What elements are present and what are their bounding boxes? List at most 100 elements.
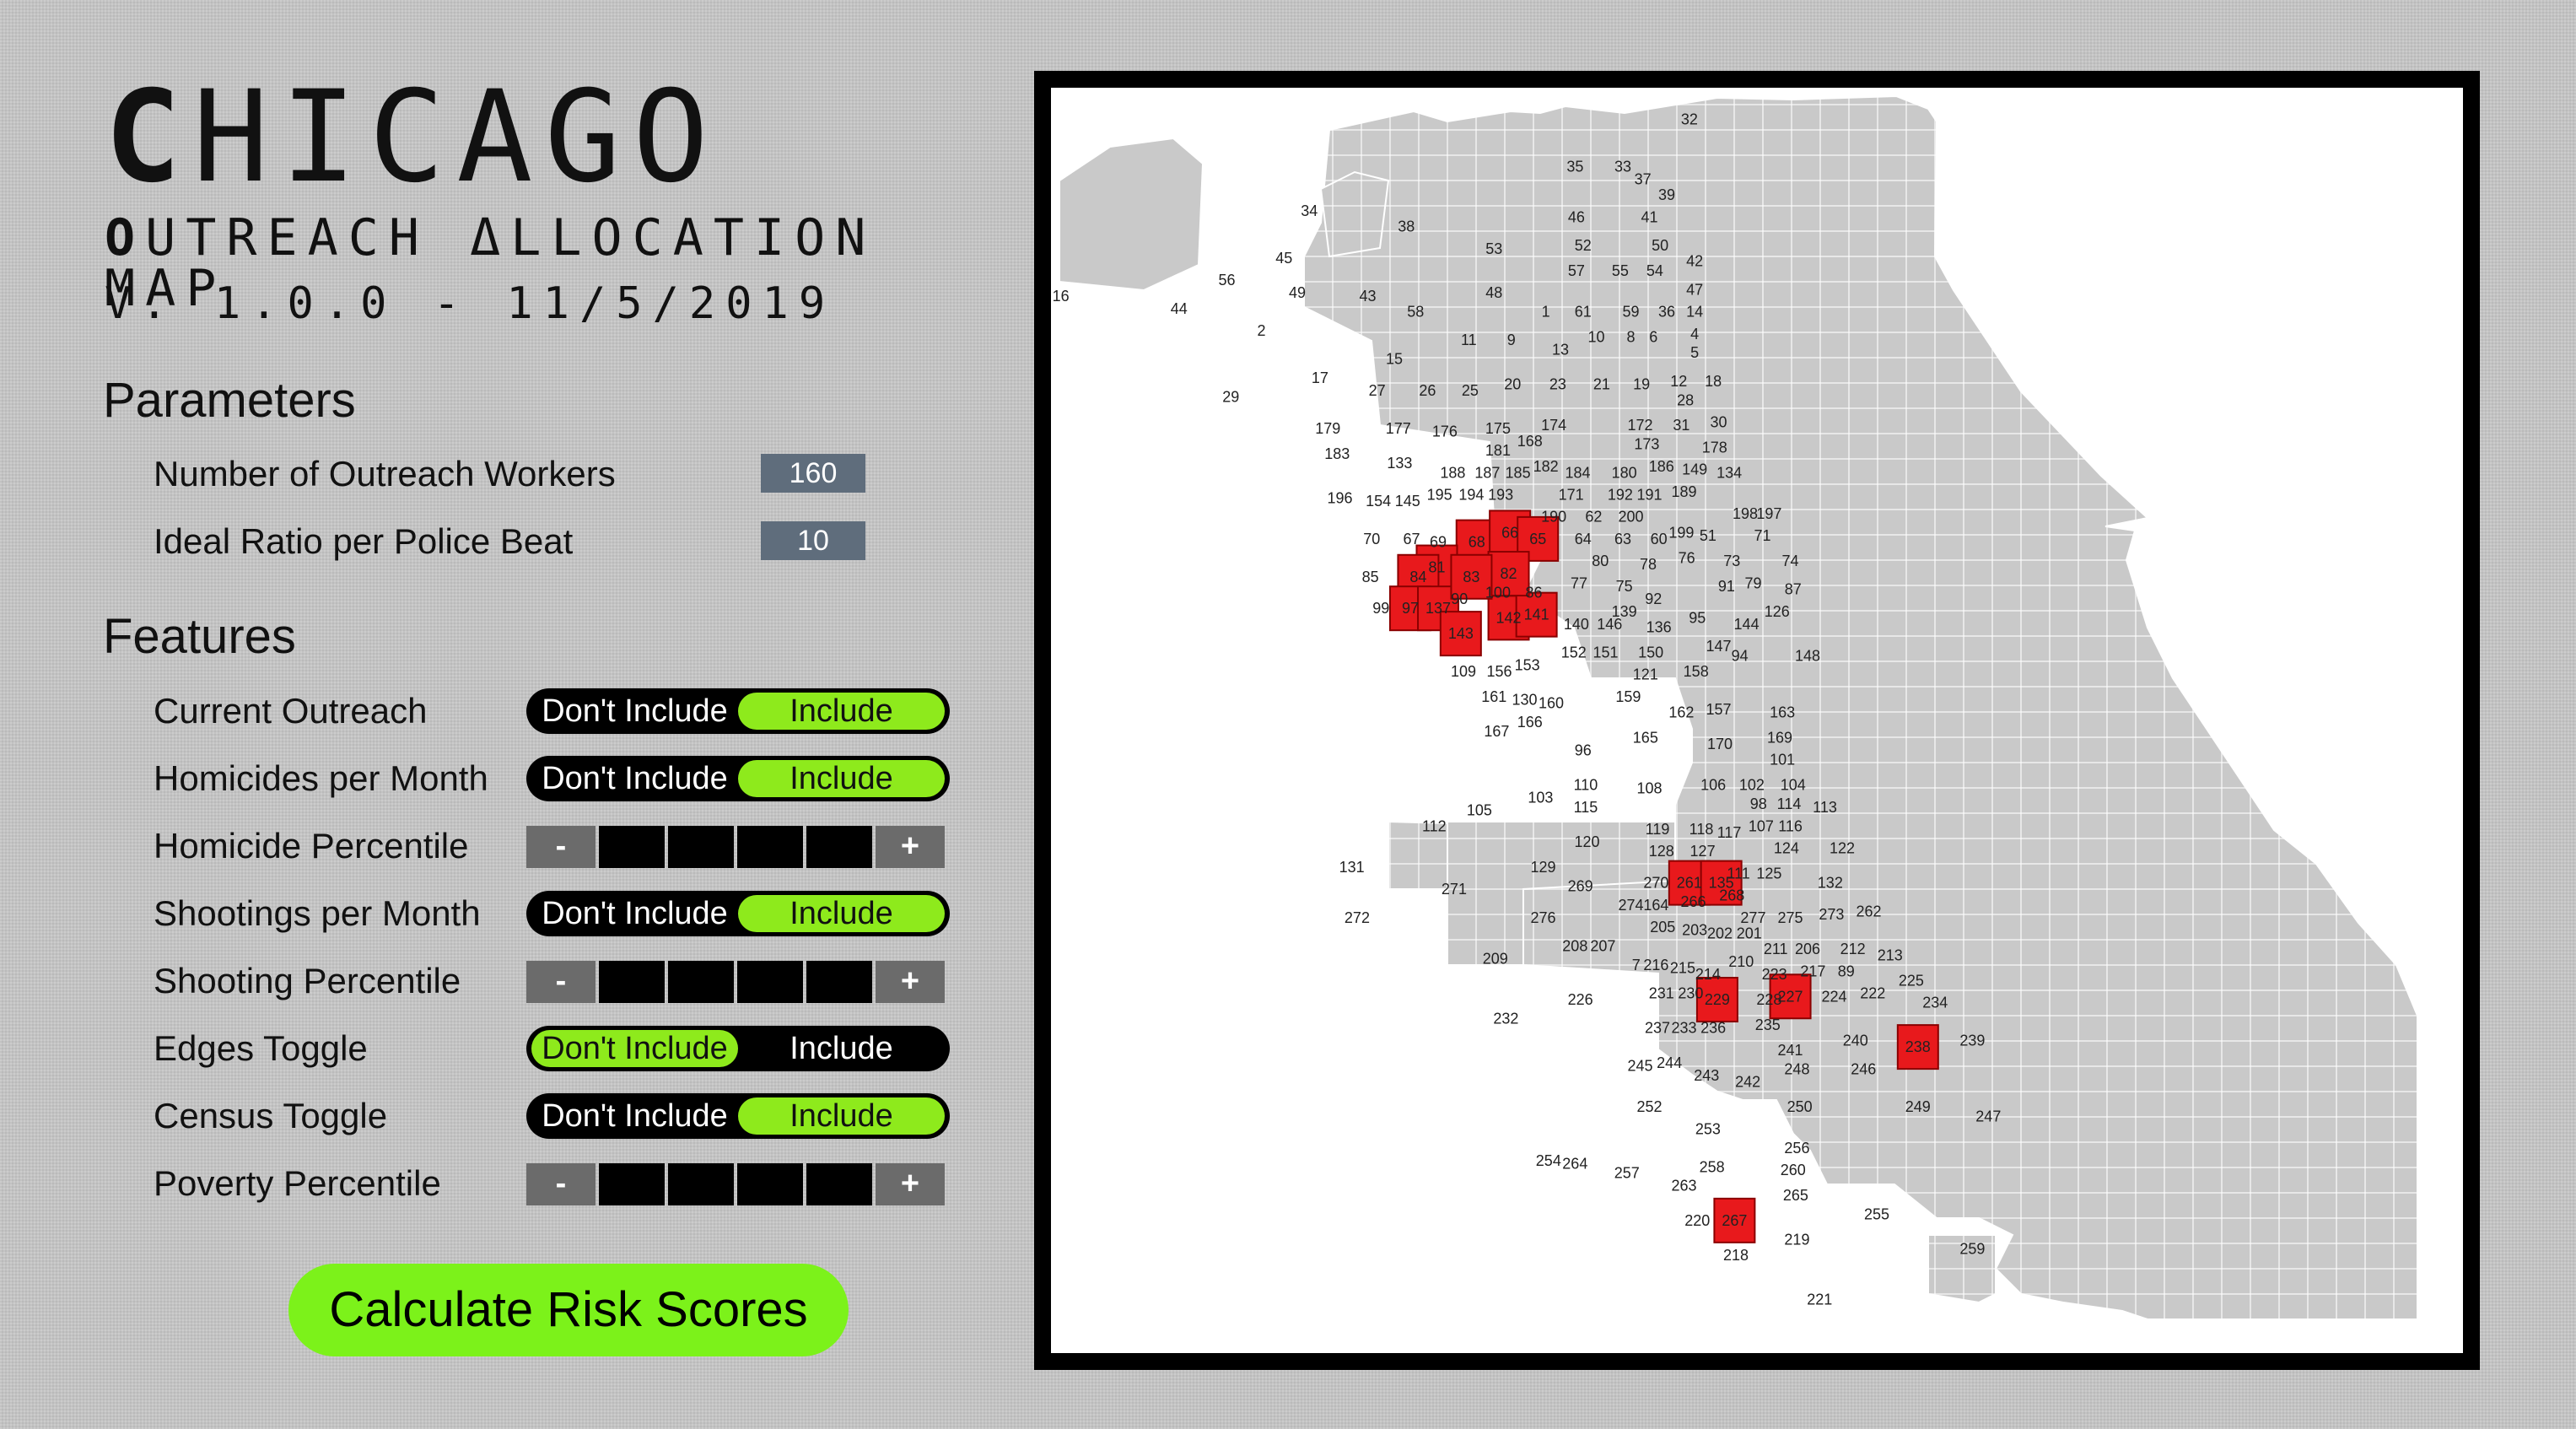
plus-button[interactable]: +: [876, 826, 945, 868]
toggle-include[interactable]: Include: [738, 1097, 945, 1135]
beat-label: 203: [1682, 922, 1707, 939]
beat-label: 169: [1767, 730, 1792, 747]
beat-label: 243: [1694, 1067, 1719, 1084]
stepper-segment: [737, 1163, 803, 1205]
beat-label: 188: [1440, 464, 1465, 481]
beat-label: 18: [1705, 373, 1722, 390]
beat-label: 259: [1959, 1241, 1985, 1258]
beat-label: 96: [1575, 742, 1592, 759]
toggle-dont-include[interactable]: Don't Include: [531, 693, 738, 730]
beat-label: 45: [1275, 250, 1292, 267]
beat-label: 212: [1840, 941, 1866, 957]
beat-label: 241: [1778, 1042, 1803, 1059]
toggle-include[interactable]: Include: [738, 1030, 945, 1067]
edges-toggle[interactable]: Don't Include Include: [526, 1026, 950, 1071]
minus-button[interactable]: -: [526, 1163, 595, 1205]
plus-button[interactable]: +: [876, 1163, 945, 1205]
stepper-segment: [668, 961, 734, 1003]
beat-label: 197: [1756, 505, 1781, 522]
feature-label-shootings-month: Shootings per Month: [154, 893, 481, 933]
beat-label: 119: [1646, 821, 1670, 838]
map-canvas[interactable]: 32 35 33 37 39 34 38 46 41 52 50 45 53 57 55 54 42 56 49 43…: [1051, 88, 2463, 1353]
features-heading: Features: [103, 609, 296, 664]
beat-label: 66: [1501, 524, 1518, 541]
homicides-month-toggle[interactable]: Don't Include Include: [526, 756, 950, 801]
beat-label: 263: [1672, 1178, 1697, 1194]
toggle-include[interactable]: Include: [738, 693, 945, 730]
beat-label: 5: [1690, 344, 1699, 361]
beat-label: 127: [1690, 843, 1716, 860]
beat-label: 70: [1363, 531, 1380, 547]
beat-label: 253: [1695, 1120, 1721, 1137]
beat-label: 226: [1568, 991, 1593, 1008]
stepper-segment: [668, 826, 734, 868]
beat-label: 57: [1568, 262, 1585, 279]
beat-label: 181: [1485, 442, 1511, 459]
beat-label: 112: [1422, 817, 1447, 834]
beat-label: 89: [1838, 963, 1855, 979]
beat-label: 86: [1525, 584, 1542, 601]
beat-label: 272: [1345, 909, 1370, 926]
beat-label: 175: [1485, 420, 1511, 437]
toggle-include[interactable]: Include: [738, 895, 945, 932]
minus-button[interactable]: -: [526, 961, 595, 1003]
toggle-dont-include[interactable]: Don't Include: [531, 1030, 738, 1067]
beat-label: 207: [1590, 937, 1615, 954]
beat-label: 185: [1506, 464, 1531, 481]
beat-label: 107: [1749, 817, 1774, 834]
chicago-beat-map[interactable]: 3235 333739343846 4152 50455357 55 54425649 43…: [1051, 88, 2463, 1353]
beat-label: 159: [1615, 688, 1641, 705]
beat-label: 209: [1483, 950, 1508, 967]
current-outreach-toggle[interactable]: Don't Include Include: [526, 688, 950, 734]
beat-label: 7: [1632, 957, 1641, 973]
beat-label: 80: [1592, 553, 1609, 569]
feature-label-census-toggle: Census Toggle: [154, 1096, 388, 1135]
beat-label: 124: [1774, 839, 1799, 856]
beat-label: 115: [1574, 799, 1598, 816]
homicide-percentile-stepper[interactable]: - +: [526, 826, 950, 868]
beat-label: 246: [1851, 1060, 1876, 1077]
shootings-month-toggle[interactable]: Don't Include Include: [526, 891, 950, 936]
beat-label: 190: [1541, 509, 1566, 526]
workers-input[interactable]: 160: [761, 454, 865, 493]
beat-label: 183: [1324, 445, 1350, 462]
stepper-segment: [737, 961, 803, 1003]
toggle-dont-include[interactable]: Don't Include: [531, 1097, 738, 1135]
beat-label: 150: [1638, 644, 1663, 661]
beat-label: 31: [1673, 417, 1689, 434]
toggle-include[interactable]: Include: [738, 760, 945, 797]
beat-label: 37: [1635, 170, 1652, 187]
beat-label: 118: [1689, 821, 1714, 838]
beat-label: 139: [1612, 603, 1637, 620]
beat-label: 81: [1428, 559, 1445, 576]
beat-label: 101: [1770, 752, 1795, 768]
minus-button[interactable]: -: [526, 826, 595, 868]
beat-label: 8: [1626, 329, 1635, 346]
ratio-input[interactable]: 10: [761, 521, 865, 560]
shooting-percentile-stepper[interactable]: - +: [526, 961, 950, 1003]
toggle-dont-include[interactable]: Don't Include: [531, 895, 738, 932]
beat-label: 145: [1395, 493, 1420, 510]
toggle-dont-include[interactable]: Don't Include: [531, 760, 738, 797]
parameters-heading: Parameters: [103, 373, 356, 428]
beat-label: 144: [1734, 616, 1760, 633]
census-toggle[interactable]: Don't Include Include: [526, 1093, 950, 1139]
beat-label: 242: [1735, 1073, 1760, 1090]
calculate-risk-scores-button[interactable]: Calculate Risk Scores: [288, 1264, 849, 1356]
beat-label: 170: [1707, 736, 1733, 752]
beat-label: 161: [1481, 688, 1506, 705]
beat-label: 75: [1616, 578, 1633, 595]
beat-label: 140: [1564, 616, 1589, 633]
beat-label: 102: [1739, 777, 1765, 794]
version-label: V. 1.0.0 - 11/5/2019: [105, 278, 836, 329]
beat-label: 53: [1485, 240, 1502, 257]
beat-label: 260: [1781, 1162, 1806, 1178]
beat-label: 12: [1670, 373, 1687, 390]
beat-label: 99: [1372, 600, 1389, 617]
beat-label: 167: [1484, 723, 1509, 740]
poverty-percentile-stepper[interactable]: - +: [526, 1163, 950, 1205]
beat-label: 147: [1706, 638, 1731, 655]
plus-button[interactable]: +: [876, 961, 945, 1003]
city-outline: [1059, 94, 2418, 1320]
beat-label: 257: [1614, 1165, 1640, 1182]
